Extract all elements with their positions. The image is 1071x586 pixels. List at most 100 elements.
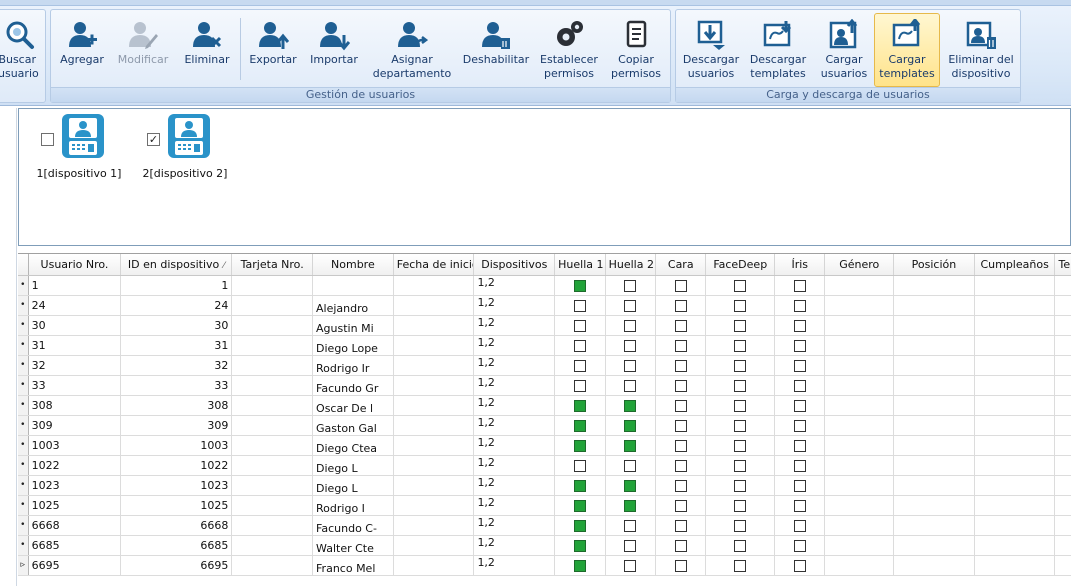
huella2-cell[interactable] [605, 335, 657, 356]
descargar-templates-button[interactable]: Descargar templates [746, 13, 810, 87]
column-header-usuario[interactable]: Usuario Nro. [28, 254, 122, 276]
cumpleanos-cell[interactable] [974, 355, 1056, 376]
iris-checkbox[interactable] [793, 279, 806, 292]
huella1-cell[interactable] [554, 475, 606, 496]
tel-cell[interactable] [1054, 455, 1071, 476]
huella1-cell[interactable] [554, 535, 606, 556]
iris-cell[interactable] [774, 555, 826, 576]
facedeep-checkbox[interactable] [734, 459, 747, 472]
huella1-checkbox[interactable] [573, 539, 586, 552]
nombre-cell[interactable] [312, 275, 394, 296]
iris-cell[interactable] [774, 415, 826, 436]
usuario-cell[interactable]: 32 [28, 355, 122, 376]
huella2-cell[interactable] [605, 315, 657, 336]
id-cell[interactable]: 309 [120, 415, 233, 436]
device-1-checkbox[interactable] [41, 133, 54, 146]
facedeep-cell[interactable] [705, 335, 776, 356]
cumpleanos-cell[interactable] [974, 415, 1056, 436]
dispositivos-cell[interactable]: 1,2 [473, 355, 556, 376]
facedeep-cell[interactable] [705, 515, 776, 536]
cara-cell[interactable] [655, 315, 707, 336]
modificar-button[interactable]: Modificar [113, 13, 173, 87]
row-selector[interactable]: • [18, 475, 29, 496]
usuario-cell[interactable]: 31 [28, 335, 122, 356]
cara-checkbox[interactable] [674, 459, 687, 472]
id-cell[interactable]: 1025 [120, 495, 233, 516]
posicion-cell[interactable] [893, 475, 975, 496]
row-selector[interactable]: • [18, 535, 29, 556]
huella1-cell[interactable] [554, 555, 606, 576]
huella2-cell[interactable] [605, 395, 657, 416]
huella1-cell[interactable] [554, 335, 606, 356]
posicion-cell[interactable] [893, 355, 975, 376]
cara-checkbox[interactable] [674, 519, 687, 532]
id-cell[interactable]: 30 [120, 315, 233, 336]
posicion-cell[interactable] [893, 315, 975, 336]
huella2-checkbox[interactable] [624, 419, 637, 432]
column-header-cumpleanos[interactable]: Cumpleaños [974, 254, 1056, 276]
facedeep-cell[interactable] [705, 475, 776, 496]
huella2-cell[interactable] [605, 495, 657, 516]
iris-checkbox[interactable] [793, 539, 806, 552]
huella2-checkbox[interactable] [624, 499, 637, 512]
facedeep-cell[interactable] [705, 495, 776, 516]
posicion-cell[interactable] [893, 335, 975, 356]
tarjeta-cell[interactable] [231, 475, 314, 496]
genero-cell[interactable] [824, 555, 895, 576]
tel-cell[interactable] [1054, 555, 1071, 576]
iris-cell[interactable] [774, 515, 826, 536]
nombre-cell[interactable]: Walter Cte [312, 535, 394, 556]
cumpleanos-cell[interactable] [974, 475, 1056, 496]
posicion-cell[interactable] [893, 375, 975, 396]
exportar-button[interactable]: Exportar [245, 13, 301, 87]
usuario-cell[interactable]: 24 [28, 295, 122, 316]
dispositivos-cell[interactable]: 1,2 [473, 275, 556, 296]
cumpleanos-cell[interactable] [974, 295, 1056, 316]
dispositivos-cell[interactable]: 1,2 [473, 395, 556, 416]
posicion-cell[interactable] [893, 395, 975, 416]
dispositivos-cell[interactable]: 1,2 [473, 435, 556, 456]
huella2-cell[interactable] [605, 455, 657, 476]
huella2-cell[interactable] [605, 295, 657, 316]
establecer-permisos-button[interactable]: Establecer permisos [537, 13, 601, 87]
dispositivos-cell[interactable]: 1,2 [473, 475, 556, 496]
tarjeta-cell[interactable] [231, 395, 314, 416]
column-header-genero[interactable]: Género [824, 254, 895, 276]
tel-cell[interactable] [1054, 355, 1071, 376]
dispositivos-cell[interactable]: 1,2 [473, 415, 556, 436]
tarjeta-cell[interactable] [231, 515, 314, 536]
tel-cell[interactable] [1054, 435, 1071, 456]
fecha-cell[interactable] [393, 275, 475, 296]
tel-cell[interactable] [1054, 395, 1071, 416]
nombre-cell[interactable]: Diego Lope [312, 335, 394, 356]
genero-cell[interactable] [824, 295, 895, 316]
nombre-cell[interactable]: Gaston Gal [312, 415, 394, 436]
nombre-cell[interactable]: Facundo C- [312, 515, 394, 536]
facedeep-checkbox[interactable] [734, 319, 747, 332]
dispositivos-cell[interactable]: 1,2 [473, 455, 556, 476]
facedeep-cell[interactable] [705, 555, 776, 576]
cumpleanos-cell[interactable] [974, 395, 1056, 416]
id-cell[interactable]: 31 [120, 335, 233, 356]
column-header-huella1[interactable]: Huella 1 [554, 254, 606, 276]
row-selector[interactable]: • [18, 295, 29, 316]
cara-checkbox[interactable] [674, 279, 687, 292]
cara-cell[interactable] [655, 515, 707, 536]
fecha-cell[interactable] [393, 295, 475, 316]
posicion-cell[interactable] [893, 295, 975, 316]
table-row[interactable]: • 6668 6668 Facundo C- 1,2 [18, 515, 1071, 536]
fecha-cell[interactable] [393, 355, 475, 376]
facedeep-checkbox[interactable] [734, 479, 747, 492]
huella2-checkbox[interactable] [624, 379, 637, 392]
copiar-permisos-button[interactable]: Copiar permisos [605, 13, 667, 87]
cara-checkbox[interactable] [674, 319, 687, 332]
table-row[interactable]: • 308 308 Oscar De l 1,2 [18, 395, 1071, 416]
row-selector[interactable]: • [18, 515, 29, 536]
facedeep-checkbox[interactable] [734, 279, 747, 292]
table-row[interactable]: • 309 309 Gaston Gal 1,2 [18, 415, 1071, 436]
column-header-nombre[interactable]: Nombre [312, 254, 394, 276]
posicion-cell[interactable] [893, 455, 975, 476]
id-cell[interactable]: 24 [120, 295, 233, 316]
huella2-checkbox[interactable] [624, 299, 637, 312]
facedeep-checkbox[interactable] [734, 419, 747, 432]
